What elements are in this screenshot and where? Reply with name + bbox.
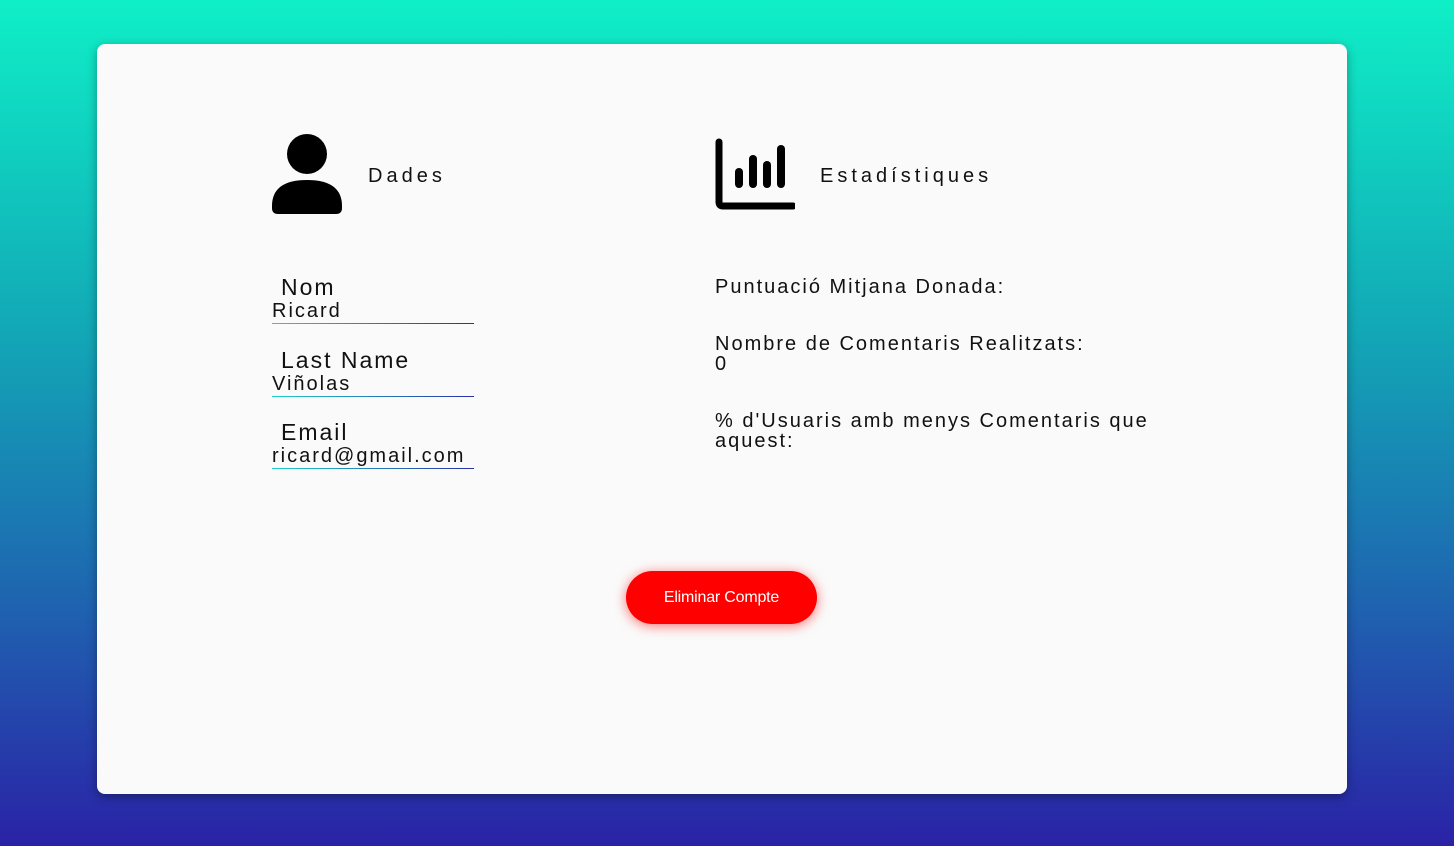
user-icon (272, 133, 342, 219)
email-input[interactable] (272, 445, 474, 469)
last-name-field-group: Last Name (272, 347, 474, 397)
nom-input[interactable] (272, 300, 474, 324)
last-name-input[interactable] (272, 373, 474, 397)
stat-average-score-label: Puntuació Mitjana Donada: (715, 276, 1006, 298)
stat-comment-count-value: 0 (715, 353, 729, 375)
stat-comment-count: Nombre de Comentaris Realitzats: 0 (715, 334, 1195, 374)
profile-card: Dades Estadístiques Nom Last Name Email … (97, 44, 1347, 794)
last-name-label: Last Name (281, 347, 411, 373)
stats-section-header: Estadístiques (715, 138, 992, 215)
stat-average-score: Puntuació Mitjana Donada: (715, 277, 1195, 297)
profile-section-title: Dades (368, 164, 446, 187)
bar-chart-icon (715, 138, 797, 215)
profile-section-header: Dades (272, 133, 446, 219)
email-field-group: Email (272, 419, 474, 469)
email-label: Email (281, 419, 349, 445)
delete-account-button[interactable]: Eliminar Compte (626, 571, 817, 624)
stat-percentile-label: % d'Usuaris amb menys Comentaris que aqu… (715, 410, 1149, 452)
nom-label: Nom (281, 274, 336, 300)
stat-percentile: % d'Usuaris amb menys Comentaris que aqu… (715, 411, 1195, 451)
stats-section-title: Estadístiques (820, 165, 993, 187)
stat-comment-count-label: Nombre de Comentaris Realitzats: (715, 333, 1085, 355)
nom-field-group: Nom (272, 274, 474, 324)
